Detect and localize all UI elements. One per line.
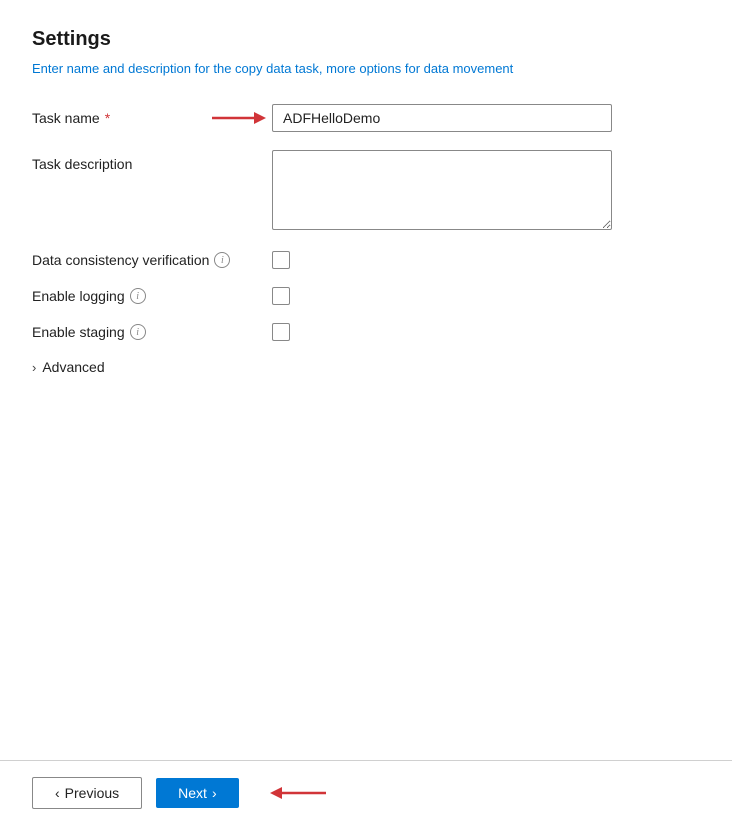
arrow-indicator-next [266,782,326,804]
enable-logging-label: Enable logging i [32,288,272,304]
enable-staging-info-icon[interactable]: i [130,324,146,340]
page-title: Settings [32,28,700,51]
arrow-indicator-taskname [212,107,266,129]
page-subtitle: Enter name and description for the copy … [32,61,700,76]
data-consistency-label: Data consistency verification i [32,252,272,268]
task-name-input[interactable] [272,104,612,132]
next-label: Next [178,785,207,801]
task-description-control [272,150,700,233]
footer-bar: ‹ Previous Next › [0,760,732,825]
page-container: Settings Enter name and description for … [0,0,732,825]
enable-staging-row: Enable staging i [32,323,700,341]
enable-logging-row: Enable logging i [32,287,700,305]
form-area: Task name * Task descr [32,104,700,825]
advanced-section[interactable]: › Advanced [32,359,700,375]
task-description-input[interactable] [272,150,612,230]
next-chevron-icon: › [212,785,217,801]
task-name-wrapper [272,104,700,132]
previous-chevron-icon: ‹ [55,785,60,801]
enable-staging-label: Enable staging i [32,324,272,340]
data-consistency-checkbox[interactable] [272,251,290,269]
advanced-chevron-icon: › [32,360,36,375]
task-description-label: Task description [32,150,272,172]
enable-staging-checkbox[interactable] [272,323,290,341]
task-description-row: Task description [32,150,700,233]
previous-button[interactable]: ‹ Previous [32,777,142,809]
enable-logging-info-icon[interactable]: i [130,288,146,304]
next-button[interactable]: Next › [156,778,238,808]
advanced-label: Advanced [42,359,104,375]
required-star: * [105,110,110,126]
task-name-row: Task name * [32,104,700,132]
task-name-control [272,104,700,132]
previous-label: Previous [65,785,119,801]
data-consistency-info-icon[interactable]: i [214,252,230,268]
data-consistency-row: Data consistency verification i [32,251,700,269]
enable-logging-checkbox[interactable] [272,287,290,305]
